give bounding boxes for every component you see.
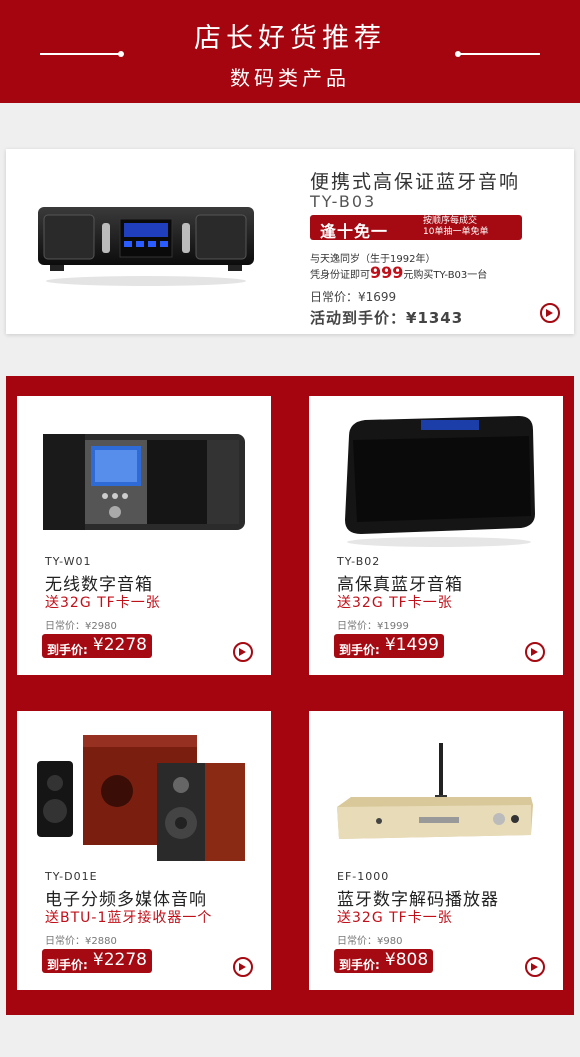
- product-model: TY-W01: [45, 555, 92, 568]
- arrow-right-icon[interactable]: [233, 642, 253, 662]
- product-final-price-tag: 到手价: ¥2278: [42, 634, 152, 658]
- featured-product-card[interactable]: 便携式高保证蓝牙音响 TY-B03 逢十免一 按顺序每成交 10单抽一单免单 与…: [6, 149, 574, 334]
- product-image-speaker-w01: [43, 434, 245, 530]
- product-final-price-tag: 到手价: ¥2278: [42, 949, 152, 973]
- product-regular-price: 日常价：¥2880: [45, 936, 117, 947]
- featured-product-name: 便携式高保证蓝牙音响: [310, 171, 521, 193]
- price-value: ¥2278: [92, 950, 147, 970]
- product-image-speaker-d01e: [37, 735, 245, 861]
- product-final-price-tag: 到手价: ¥1499: [334, 634, 444, 658]
- promo-side-text: 按顺序每成交 10单抽一单免单: [423, 216, 488, 238]
- promo-main-text: 逢十免一: [320, 222, 389, 241]
- featured-product-image: [38, 207, 254, 286]
- product-model: EF-1000: [337, 870, 390, 883]
- featured-arrow-right-icon[interactable]: [540, 303, 560, 323]
- arrow-right-icon[interactable]: [525, 642, 545, 662]
- price-label: 到手价:: [339, 958, 380, 972]
- product-gift: 送32G TF卡一张: [45, 595, 161, 611]
- note2-prefix: 凭身份证即可: [310, 270, 370, 281]
- page-subtitle: 数码类产品: [230, 66, 350, 90]
- arrow-right-icon[interactable]: [525, 957, 545, 977]
- product-card[interactable]: TY-B02 高保真蓝牙音箱 送32G TF卡一张 日常价：¥1999 到手价:…: [309, 396, 563, 675]
- price-label: 到手价:: [339, 643, 380, 657]
- page-header: 店长好货推荐 数码类产品: [0, 0, 580, 103]
- featured-regular-price: 日常价：¥1699: [310, 290, 397, 304]
- arrow-right-icon[interactable]: [233, 957, 253, 977]
- promo-badge: 逢十免一 按顺序每成交 10单抽一单免单: [310, 215, 522, 241]
- price-value: ¥808: [384, 950, 429, 970]
- product-final-price-tag: 到手价: ¥808: [334, 949, 434, 973]
- product-regular-price: 日常价：¥1999: [337, 621, 409, 632]
- featured-activity-price: 活动到手价：¥1343: [310, 309, 464, 327]
- product-grid: TY-W01 无线数字音箱 送32G TF卡一张 日常价：¥2980 到手价: …: [6, 376, 574, 1015]
- promo-side-line-1: 按顺序每成交: [423, 216, 478, 226]
- price-label: 到手价:: [47, 643, 88, 657]
- product-image-speaker-b02: [345, 416, 535, 547]
- header-dot-right: [455, 51, 461, 57]
- header-line-right: [460, 53, 540, 55]
- price-label: 到手价:: [47, 958, 88, 972]
- product-card[interactable]: TY-D01E 电子分频多媒体音响 送BTU-1蓝牙接收器一个 日常价：¥288…: [17, 711, 271, 990]
- price-value: ¥1499: [384, 635, 439, 655]
- product-gift: 送32G TF卡一张: [337, 910, 453, 926]
- product-gift: 送BTU-1蓝牙接收器一个: [45, 910, 213, 926]
- product-card[interactable]: TY-W01 无线数字音箱 送32G TF卡一张 日常价：¥2980 到手价: …: [17, 396, 271, 675]
- page-title: 店长好货推荐: [194, 23, 386, 54]
- product-regular-price: 日常价：¥980: [337, 936, 403, 947]
- product-model: TY-B02: [337, 555, 381, 568]
- product-gift: 送32G TF卡一张: [337, 595, 453, 611]
- promo-side-line-2: 10单抽一单免单: [423, 227, 489, 237]
- note2-price: 999: [370, 263, 404, 282]
- price-value: ¥2278: [92, 635, 147, 655]
- product-model: TY-D01E: [45, 870, 98, 883]
- note2-suffix: 元购买TY-B03一台: [403, 270, 488, 281]
- featured-note-2: 凭身份证即可999元购买TY-B03一台: [310, 263, 487, 282]
- product-regular-price: 日常价：¥2980: [45, 621, 117, 632]
- featured-product-model: TY-B03: [310, 192, 377, 211]
- product-image-decoder-ef1000: [337, 743, 533, 839]
- product-card[interactable]: EF-1000 蓝牙数字解码播放器 送32G TF卡一张 日常价：¥980 到手…: [309, 711, 563, 990]
